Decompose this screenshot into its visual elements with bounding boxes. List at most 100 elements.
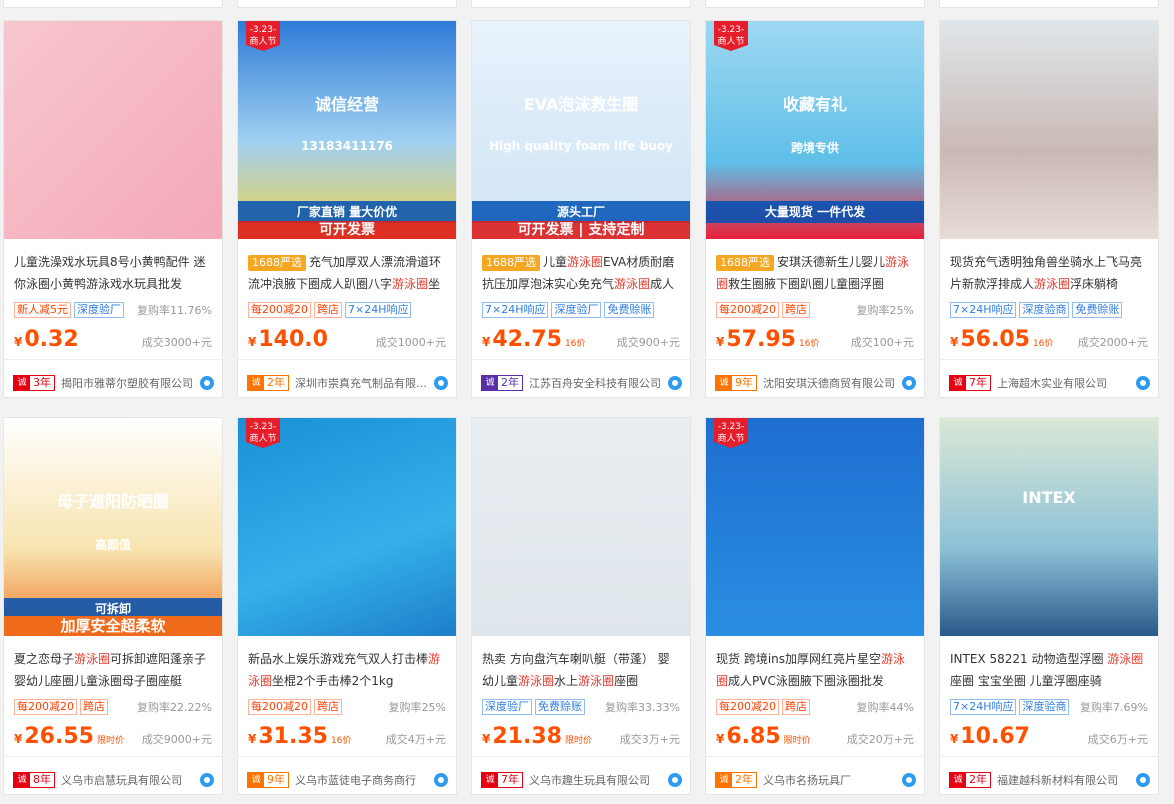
price-label: 16价: [564, 339, 586, 349]
product-image[interactable]: 母子遮阳防晒圈高颜值可拆卸母子同游加厚安全超柔软: [4, 418, 222, 636]
shop-name-link[interactable]: 义乌市启慧玩具有限公司: [61, 772, 196, 788]
member-years-badge: 诚 7年: [481, 772, 523, 788]
currency-symbol: ¥: [950, 732, 959, 746]
price-row: ¥31.35 16价 成交4万+元: [248, 724, 446, 754]
product-title[interactable]: 现货充气透明独角兽坐骑水上飞马亮片新款浮排成人游泳圈浮床躺椅: [950, 251, 1148, 295]
sales-volume: 成交100+元: [850, 336, 914, 349]
product-image[interactable]: INTEX: [940, 418, 1158, 636]
product-card[interactable]: EVA泡沫救生圈 High quality foam life buoy 源头工厂可…: [471, 20, 691, 398]
chat-icon[interactable]: [200, 773, 214, 787]
service-tags: 新人减5元 深度验厂 复购率11.76%: [14, 301, 212, 319]
price-value: 56.05: [960, 327, 1030, 352]
member-years: 9年: [267, 773, 285, 786]
currency-symbol: ¥: [14, 335, 23, 349]
title-keyword: 游泳圈: [518, 674, 555, 688]
price-row: ¥140.0 成交1000+元: [248, 327, 446, 357]
price-value: 57.95: [726, 327, 796, 352]
product-grid: 儿童洗澡戏水玩具8号小黄鸭配件 迷你泳圈小黄鸭游泳戏水玩具批发新人减5元 深度验厂…: [0, 0, 1174, 804]
service-tag: 深度验厂: [551, 302, 602, 318]
chat-icon[interactable]: [434, 773, 448, 787]
chat-icon[interactable]: [902, 773, 916, 787]
service-tag: 跨店: [782, 302, 810, 318]
image-overlay-text: INTEX: [1022, 488, 1076, 507]
shop-name-link[interactable]: 福建越科新材料有限公司: [997, 772, 1132, 788]
price-value: 0.32: [24, 327, 79, 352]
product-title[interactable]: 1688严选 儿童游泳圈EVA材质耐磨抗压加厚泡沫实心免充气游泳圈成人: [482, 251, 680, 295]
product-card[interactable]: 母子遮阳防晒圈高颜值可拆卸母子同游加厚安全超柔软夏之恋母子游泳圈可拆卸遮阳蓬亲子…: [3, 417, 223, 795]
product-image[interactable]: [472, 418, 690, 636]
product-title[interactable]: 1688严选 安琪沃德新生儿婴儿游泳圈救生圈腋下圈趴圈儿童圈浮圈: [716, 251, 914, 295]
divider: [238, 359, 456, 360]
shop-name-link[interactable]: 深圳市崇真充气制品有限公司: [295, 375, 430, 391]
shop-name-link[interactable]: 上海超木实业有限公司: [997, 375, 1132, 391]
product-image[interactable]: -3.23- 商人节: [706, 418, 924, 636]
chat-icon[interactable]: [200, 376, 214, 390]
price-row: ¥0.32 成交3000+元: [14, 327, 212, 357]
product-card[interactable]: 热卖 方向盘汽车喇叭艇（带蓬） 婴幼儿童游泳圈水上游泳圈座圈 深度验厂 免费赊账 复购…: [471, 417, 691, 795]
product-title[interactable]: 1688严选 充气加厚双人漂流滑道环流冲浪腋下圈成人趴圈八字游泳圈坐: [248, 251, 446, 295]
product-card[interactable]: 现货充气透明独角兽坐骑水上飞马亮片新款浮排成人游泳圈浮床躺椅 7×24H响应 深度验…: [939, 20, 1159, 398]
chat-icon[interactable]: [902, 376, 916, 390]
member-years-badge: 诚 2年: [247, 375, 289, 391]
title-text: 浮床躺椅: [1070, 277, 1119, 291]
service-tag: 免费赊账: [1072, 302, 1123, 318]
price-row: ¥21.38 限时价 成交3万+元: [482, 724, 680, 754]
title-text: 成人PVC泳圈腋下圈泳圈批发: [728, 674, 884, 688]
chat-icon[interactable]: [1136, 376, 1150, 390]
product-card[interactable]: -3.23- 商人节 收藏有礼 跨境专供 大量现货 一件代发 1688严选 安琪沃德新生儿…: [705, 20, 925, 398]
product-title[interactable]: INTEX 58221 动物造型浮圈 游泳圈座圈 宝宝坐圈 儿童浮圈座骑: [950, 648, 1148, 692]
product-image[interactable]: EVA泡沫救生圈 High quality foam life buoy 源头工厂可…: [472, 21, 690, 239]
product-image[interactable]: -3.23- 商人节: [238, 418, 456, 636]
chat-icon[interactable]: [1136, 773, 1150, 787]
product-title[interactable]: 儿童洗澡戏水玩具8号小黄鸭配件 迷你泳圈小黄鸭游泳戏水玩具批发: [14, 251, 212, 295]
product-image[interactable]: -3.23- 商人节 诚信经营 13183411176 厂家直销 量大价优 可开发票: [238, 21, 456, 239]
service-tags: 每200减20 跨店 复购率25%: [248, 698, 446, 716]
chat-icon[interactable]: [434, 376, 448, 390]
title-keyword: 游泳圈: [74, 652, 111, 666]
shop-name-link[interactable]: 揭阳市雅蒂尔塑胶有限公司: [61, 375, 196, 391]
shop-name-link[interactable]: 江苏百舟安全科技有限公司: [529, 375, 664, 391]
prev-card-stub: [3, 0, 223, 8]
product-title[interactable]: 热卖 方向盘汽车喇叭艇（带蓬） 婴幼儿童游泳圈水上游泳圈座圈: [482, 648, 680, 692]
promo-badge: -3.23- 商人节: [714, 418, 748, 448]
product-card[interactable]: -3.23- 商人节 诚信经营 13183411176 厂家直销 量大价优 可开发票 16…: [237, 20, 457, 398]
price-row: ¥10.67 成交6万+元: [950, 724, 1148, 754]
product-title[interactable]: 夏之恋母子游泳圈可拆卸遮阳蓬亲子婴幼儿座圈儿童泳圈母子圈座艇: [14, 648, 212, 692]
product-card[interactable]: 儿童洗澡戏水玩具8号小黄鸭配件 迷你泳圈小黄鸭游泳戏水玩具批发新人减5元 深度验厂…: [3, 20, 223, 398]
title-text: 新品水上娱乐游戏充气双人打击棒: [248, 652, 429, 666]
yanxuan-badge: 1688严选: [482, 255, 540, 271]
product-image[interactable]: -3.23- 商人节 收藏有礼 跨境专供 大量现货 一件代发: [706, 21, 924, 239]
image-overlay-text: High quality foam life buoy: [489, 139, 673, 153]
product-card[interactable]: -3.23- 商人节现货 跨境ins加厚网红亮片星空游泳圈成人PVC泳圈腋下圈泳…: [705, 417, 925, 795]
member-icon: 诚: [482, 773, 498, 787]
service-tag: 跨店: [80, 699, 108, 715]
product-card[interactable]: INTEX INTEX 58221 动物造型浮圈 游泳圈座圈 宝宝坐圈 儿童浮圈座…: [939, 417, 1159, 795]
price-value: 6.85: [726, 724, 781, 749]
shop-row: 诚 2年 江苏百舟安全科技有限公司: [481, 374, 682, 392]
product-title[interactable]: 现货 跨境ins加厚网红亮片星空游泳圈成人PVC泳圈腋下圈泳圈批发: [716, 648, 914, 692]
product-title[interactable]: 新品水上娱乐游戏充气双人打击棒游泳圈坐棍2个手击棒2个1kg: [248, 648, 446, 692]
chat-icon[interactable]: [668, 376, 682, 390]
service-tags: 每200减20 跨店 复购率22.22%: [14, 698, 212, 716]
product-image[interactable]: [4, 21, 222, 239]
service-tag: 7×24H响应: [950, 302, 1017, 318]
price-label: 16价: [330, 736, 352, 746]
image-overlay-text: 加厚安全超柔软: [4, 616, 222, 636]
sales-volume: 成交9000+元: [141, 733, 212, 746]
product-image[interactable]: [940, 21, 1158, 239]
shop-name-link[interactable]: 义乌市蓝徒电子商务商行: [295, 772, 430, 788]
price-label: 16价: [798, 339, 820, 349]
price-value: 140.0: [258, 327, 328, 352]
shop-name-link[interactable]: 义乌市趣生玩具有限公司: [529, 772, 664, 788]
currency-symbol: ¥: [482, 335, 491, 349]
product-card[interactable]: -3.23- 商人节新品水上娱乐游戏充气双人打击棒游泳圈坐棍2个手击棒2个1kg…: [237, 417, 457, 795]
repurchase-rate: 复购率33.33%: [605, 701, 680, 714]
shop-name-link[interactable]: 沈阳安琪沃德商贸有限公司: [763, 375, 898, 391]
promo-badge: -3.23- 商人节: [246, 21, 280, 51]
sales-volume: 成交4万+元: [385, 733, 446, 746]
shop-row: 诚 7年 上海超木实业有限公司: [949, 374, 1150, 392]
prev-card-stub: [705, 0, 925, 8]
divider: [940, 756, 1158, 757]
chat-icon[interactable]: [668, 773, 682, 787]
shop-name-link[interactable]: 义乌市名扬玩具厂: [763, 772, 898, 788]
